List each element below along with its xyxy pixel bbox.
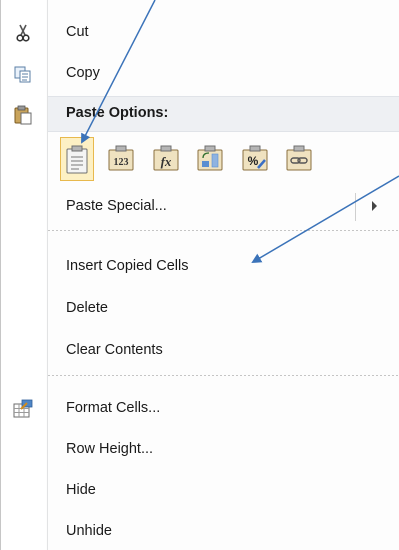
menu-item-label: Unhide [66, 523, 112, 539]
paste-formulas-icon: fx [153, 145, 179, 171]
menu-separator [48, 230, 399, 231]
menu-item-row-height[interactable]: Row Height... [0, 435, 399, 465]
clipboard-icon [13, 105, 33, 125]
format-cells-icon [13, 399, 33, 419]
paste-options-row: 123 fx % [48, 131, 399, 187]
submenu-divider [355, 193, 356, 221]
menu-item-label: Delete [66, 300, 108, 316]
menu-item-delete[interactable]: Delete [0, 294, 399, 324]
svg-text:123: 123 [114, 157, 129, 168]
menu-item-format-cells[interactable]: Format Cells... [0, 394, 399, 424]
menu-item-label: Format Cells... [66, 400, 161, 416]
menu-item-label: Cut [66, 24, 89, 40]
paste-formulas-button[interactable]: fx [149, 137, 183, 181]
submenu-arrow-icon[interactable] [372, 201, 377, 211]
paste-options-label: Paste Options: [66, 105, 169, 121]
paste-values-button[interactable]: 123 [104, 137, 138, 181]
paste-link-icon [286, 145, 312, 171]
paste-button[interactable] [60, 137, 94, 181]
menu-item-label: Hide [66, 482, 96, 498]
paste-formatting-button[interactable]: % [238, 137, 272, 181]
svg-text:fx: fx [161, 154, 172, 169]
svg-text:%: % [248, 154, 259, 168]
paste-transpose-icon [197, 145, 223, 171]
menu-item-label: Paste Special... [66, 198, 167, 214]
paste-options-header: Paste Options: [48, 96, 399, 132]
menu-item-paste-special[interactable]: Paste Special... [0, 192, 399, 222]
menu-item-label: Insert Copied Cells [66, 258, 189, 274]
paste-values-icon: 123 [108, 145, 134, 171]
menu-item-label: Clear Contents [66, 342, 163, 358]
copy-icon [13, 64, 33, 84]
paste-link-button[interactable] [282, 137, 316, 181]
menu-item-label: Row Height... [66, 441, 154, 457]
menu-item-copy[interactable]: Copy [0, 59, 399, 89]
menu-item-cut[interactable]: Cut [0, 18, 399, 48]
paste-formatting-icon: % [242, 145, 268, 171]
context-menu: Cut Copy Paste Options: 123 fx % Paste S… [0, 0, 399, 550]
menu-item-label: Copy [66, 65, 100, 81]
paste-icon [66, 145, 88, 174]
scissors-icon [13, 23, 33, 43]
menu-separator [48, 375, 399, 376]
menu-item-insert-copied-cells[interactable]: Insert Copied Cells [0, 252, 399, 282]
menu-item-hide[interactable]: Hide [0, 476, 399, 506]
paste-transpose-button[interactable] [193, 137, 227, 181]
menu-item-clear-contents[interactable]: Clear Contents [0, 336, 399, 366]
menu-item-unhide[interactable]: Unhide [0, 517, 399, 547]
